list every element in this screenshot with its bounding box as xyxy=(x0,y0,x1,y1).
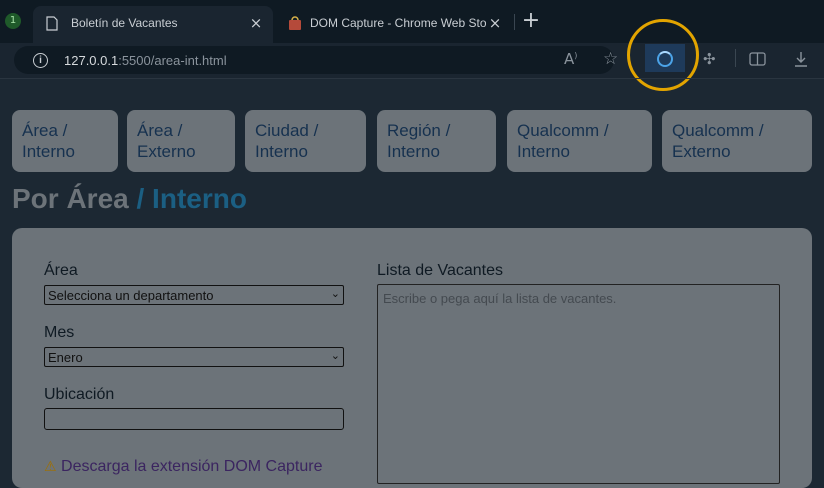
site-info-icon[interactable]: i xyxy=(33,53,48,68)
tab-strip: 1 Boletín de Vacantes × DOM Capture - Ch… xyxy=(0,0,824,43)
close-tab-icon[interactable]: × xyxy=(247,14,265,32)
web-store-icon xyxy=(289,16,301,30)
month-select[interactable]: Enero ⌄ xyxy=(44,347,344,367)
workspace-icon[interactable]: 1 xyxy=(5,13,21,29)
nav-qualcomm-interno-button[interactable]: Qualcomm / Interno xyxy=(507,110,652,172)
download-extension-link[interactable]: ⚠ Descarga la extensión DOM Capture xyxy=(44,458,322,476)
favorite-star-icon[interactable]: ☆ xyxy=(603,49,618,69)
chevron-down-icon: ⌄ xyxy=(330,287,340,300)
area-label: Área xyxy=(44,262,78,279)
page-title-sub: / Interno xyxy=(136,183,247,214)
page-divider xyxy=(0,78,824,79)
tab-title: DOM Capture - Chrome Web Sto xyxy=(310,16,486,30)
split-screen-icon[interactable] xyxy=(749,52,766,66)
nav-area-interno-button[interactable]: Área / Interno xyxy=(12,110,118,172)
area-select[interactable]: Selecciona un departamento ⌄ xyxy=(44,285,344,305)
nav-region-interno-button[interactable]: Región / Interno xyxy=(377,110,496,172)
month-label: Mes xyxy=(44,324,75,341)
nav-qualcomm-externo-button[interactable]: Qualcomm / Externo xyxy=(662,110,812,172)
browser-toolbar: i 127.0.0.1:5500/area-int.html A) ☆ ✣ xyxy=(0,43,824,78)
highlight-ring xyxy=(627,19,699,91)
extensions-puzzle-icon[interactable]: ✣ xyxy=(703,50,716,68)
tab-separator xyxy=(514,14,515,30)
vacancy-list-label: Lista de Vacantes xyxy=(377,262,504,279)
tab-boletin[interactable]: Boletín de Vacantes × xyxy=(33,6,273,43)
document-icon xyxy=(46,16,58,31)
tab-dom-capture[interactable]: DOM Capture - Chrome Web Sto × xyxy=(276,6,512,43)
url-text: 127.0.0.1:5500/area-int.html xyxy=(64,53,227,68)
new-tab-icon[interactable]: + xyxy=(520,10,542,32)
read-aloud-icon[interactable]: A) xyxy=(564,50,577,68)
chevron-down-icon: ⌄ xyxy=(330,349,340,362)
page-title-main: Por Área xyxy=(12,183,129,214)
download-icon[interactable] xyxy=(794,51,808,67)
page-title: Por Área / Interno xyxy=(12,183,247,215)
nav-ciudad-interno-button[interactable]: Ciudad / Interno xyxy=(245,110,366,172)
close-tab-icon[interactable]: × xyxy=(486,14,504,32)
location-label: Ubicación xyxy=(44,386,115,403)
warning-icon: ⚠ xyxy=(44,459,57,475)
toolbar-separator xyxy=(735,49,736,67)
location-input[interactable] xyxy=(44,408,344,430)
tab-title: Boletín de Vacantes xyxy=(71,16,178,30)
vacancy-list-textarea[interactable]: Escribe o pega aquí la lista de vacantes… xyxy=(377,284,780,484)
address-bar[interactable]: i 127.0.0.1:5500/area-int.html xyxy=(14,46,614,74)
nav-area-externo-button[interactable]: Área / Externo xyxy=(127,110,235,172)
